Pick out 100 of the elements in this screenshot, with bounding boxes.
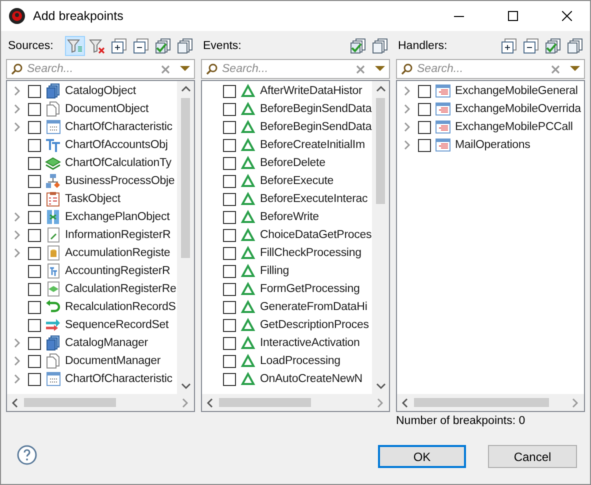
- checkbox[interactable]: [223, 336, 236, 350]
- tree-item[interactable]: GenerateFromDataHi: [202, 298, 372, 316]
- tree-item[interactable]: Filling: [202, 262, 372, 280]
- search-box[interactable]: Search...: [396, 59, 585, 79]
- toolbar-button[interactable]: [521, 36, 541, 56]
- tree-item[interactable]: LoadProcessing: [202, 352, 372, 370]
- checkbox[interactable]: [28, 228, 41, 242]
- tree-item[interactable]: GetDescriptionProces: [202, 316, 372, 334]
- toolbar-button[interactable]: [131, 36, 151, 56]
- tree-item[interactable]: ChartOfCharacteristic: [7, 370, 177, 388]
- checkbox[interactable]: [28, 192, 41, 206]
- checkbox[interactable]: [28, 246, 41, 260]
- ok-button[interactable]: OK: [378, 445, 466, 468]
- horizontal-scrollbar[interactable]: [202, 394, 389, 411]
- horizontal-scrollbar[interactable]: [7, 394, 194, 411]
- checkbox[interactable]: [28, 318, 41, 332]
- tree-item[interactable]: AccountingRegisterR: [7, 262, 177, 280]
- tree-item[interactable]: BeforeDelete: [202, 154, 372, 172]
- toolbar-button[interactable]: [543, 36, 563, 56]
- checkbox[interactable]: [28, 300, 41, 314]
- checkbox[interactable]: [418, 102, 431, 116]
- checkbox[interactable]: [223, 120, 236, 134]
- dropdown-arrow-icon[interactable]: [570, 66, 580, 72]
- scroll-thumb[interactable]: [219, 398, 311, 407]
- search-box[interactable]: Search...: [6, 59, 195, 79]
- checkbox[interactable]: [28, 174, 41, 188]
- tree-item[interactable]: BeforeExecute: [202, 172, 372, 190]
- tree-item[interactable]: BusinessProcessObje: [7, 172, 177, 190]
- tree-item[interactable]: FillCheckProcessing: [202, 244, 372, 262]
- tree-item[interactable]: DocumentManager: [7, 352, 177, 370]
- tree-item[interactable]: MailOperations: [397, 136, 584, 154]
- scroll-thumb[interactable]: [181, 98, 190, 258]
- cancel-button[interactable]: Cancel: [488, 445, 577, 468]
- search-field[interactable]: Search...: [417, 63, 547, 75]
- tree-item[interactable]: CalculationRegisterRe: [7, 280, 177, 298]
- tree-item[interactable]: BeforeCreateInitialIm: [202, 136, 372, 154]
- checkbox[interactable]: [223, 228, 236, 242]
- checkbox[interactable]: [223, 264, 236, 278]
- checkbox[interactable]: [223, 300, 236, 314]
- scroll-thumb[interactable]: [376, 98, 385, 204]
- close-icon[interactable]: [562, 11, 572, 21]
- checkbox[interactable]: [223, 84, 236, 98]
- checkbox[interactable]: [223, 174, 236, 188]
- tree-item[interactable]: ExchangeMobileOverrida: [397, 100, 584, 118]
- tree-item[interactable]: RecalculationRecordS: [7, 298, 177, 316]
- toolbar-button[interactable]: [175, 36, 195, 56]
- checkbox[interactable]: [223, 372, 236, 386]
- tree-item[interactable]: ExchangeMobilePCCall: [397, 118, 584, 136]
- checkbox[interactable]: [28, 264, 41, 278]
- clear-icon[interactable]: [356, 64, 365, 74]
- vertical-scrollbar[interactable]: [177, 81, 194, 394]
- vertical-scrollbar[interactable]: [372, 81, 389, 394]
- tree-item[interactable]: BeforeBeginSendData: [202, 100, 372, 118]
- maximize-icon[interactable]: [508, 11, 518, 21]
- tree-item[interactable]: ExchangePlanObject: [7, 208, 177, 226]
- tree-item[interactable]: AfterWriteDataHistor: [202, 82, 372, 100]
- tree-item[interactable]: CatalogObject: [7, 82, 177, 100]
- checkbox[interactable]: [418, 138, 431, 152]
- scroll-thumb[interactable]: [414, 398, 549, 407]
- tree-item[interactable]: FormGetProcessing: [202, 280, 372, 298]
- toolbar-button[interactable]: [370, 36, 390, 56]
- toolbar-button[interactable]: [153, 36, 173, 56]
- tree-item[interactable]: BeforeWrite: [202, 208, 372, 226]
- tree-item[interactable]: InteractiveActivation: [202, 334, 372, 352]
- checkbox[interactable]: [28, 138, 41, 152]
- tree-item[interactable]: TaskObject: [7, 190, 177, 208]
- clear-icon[interactable]: [551, 64, 560, 74]
- toolbar-button[interactable]: [348, 36, 368, 56]
- checkbox[interactable]: [223, 246, 236, 260]
- scroll-thumb[interactable]: [24, 398, 116, 407]
- checkbox[interactable]: [28, 282, 41, 296]
- clear-icon[interactable]: [161, 64, 170, 74]
- search-field[interactable]: Search...: [222, 63, 352, 75]
- search-field[interactable]: Search...: [27, 63, 157, 75]
- checkbox[interactable]: [28, 354, 41, 368]
- checkbox[interactable]: [28, 84, 41, 98]
- checkbox[interactable]: [223, 318, 236, 332]
- checkbox[interactable]: [223, 354, 236, 368]
- tree-item[interactable]: InformationRegisterR: [7, 226, 177, 244]
- checkbox[interactable]: [28, 156, 41, 170]
- tree-item[interactable]: SequenceRecordSet: [7, 316, 177, 334]
- tree-item[interactable]: ChoiceDataGetProces: [202, 226, 372, 244]
- checkbox[interactable]: [223, 210, 236, 224]
- toolbar-button[interactable]: [499, 36, 519, 56]
- checkbox[interactable]: [223, 282, 236, 296]
- tree-item[interactable]: ChartOfCharacteristic: [7, 118, 177, 136]
- tree-item[interactable]: ChartOfAccountsObj: [7, 136, 177, 154]
- checkbox[interactable]: [223, 138, 236, 152]
- tree-item[interactable]: BeforeBeginSendData: [202, 118, 372, 136]
- dropdown-arrow-icon[interactable]: [375, 66, 385, 72]
- checkbox[interactable]: [28, 120, 41, 134]
- tree-item[interactable]: OnAutoCreateNewN: [202, 370, 372, 388]
- checkbox[interactable]: [28, 372, 41, 386]
- checkbox[interactable]: [28, 102, 41, 116]
- checkbox[interactable]: [223, 192, 236, 206]
- tree-item[interactable]: AccumulationRegiste: [7, 244, 177, 262]
- tree-item[interactable]: ChartOfCalculationTy: [7, 154, 177, 172]
- checkbox[interactable]: [223, 102, 236, 116]
- tree-item[interactable]: BeforeExecuteInterac: [202, 190, 372, 208]
- dropdown-arrow-icon[interactable]: [180, 66, 190, 72]
